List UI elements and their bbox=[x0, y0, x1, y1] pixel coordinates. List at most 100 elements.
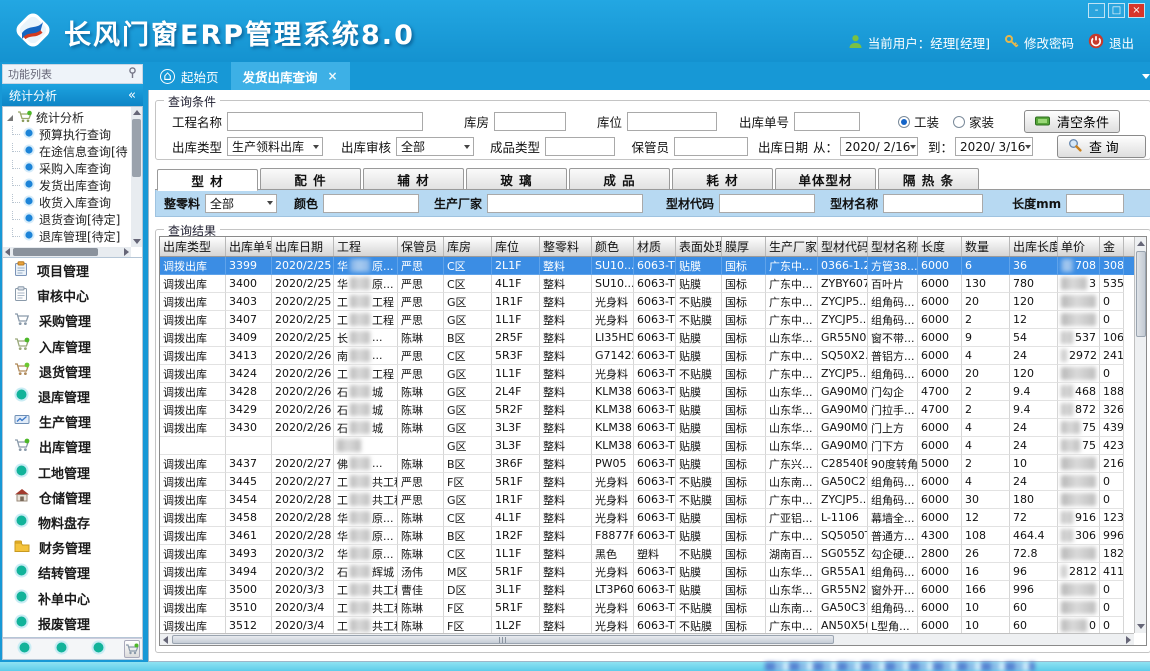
tree-item[interactable]: 发货出库查询 bbox=[3, 177, 142, 194]
menu-item[interactable]: 补单中心 bbox=[3, 585, 142, 610]
grid-vertical-scrollbar[interactable] bbox=[1134, 237, 1146, 633]
column-header[interactable]: 型材代码 bbox=[818, 237, 868, 256]
column-header[interactable]: 长度 bbox=[918, 237, 962, 256]
grid-vscroll-thumb[interactable] bbox=[1136, 251, 1146, 337]
tree-vertical-scrollbar[interactable] bbox=[131, 107, 142, 247]
location-input[interactable] bbox=[627, 112, 717, 131]
sidebar-section-header[interactable]: 统计分析 « bbox=[2, 84, 143, 106]
column-header[interactable]: 库房 bbox=[444, 237, 492, 256]
column-header[interactable]: 出库长度 bbox=[1010, 237, 1058, 256]
table-row[interactable]: 调拨出库34282020/2/26石城陈琳G区2L4F整料KLM38176063… bbox=[160, 383, 1146, 401]
column-header[interactable]: 表面处理 bbox=[676, 237, 722, 256]
table-row[interactable]: 调拨出库35002020/3/3工共工程曹佳D区3L1F整料LT3P606063… bbox=[160, 581, 1146, 599]
pin-icon[interactable] bbox=[128, 67, 137, 82]
menu-item[interactable]: 工地管理 bbox=[3, 460, 142, 485]
material-tab[interactable]: 玻 璃 bbox=[466, 168, 567, 189]
keeper-input[interactable] bbox=[674, 137, 748, 156]
table-row[interactable]: 调拨出库34002020/2/25华原...严思C区4L1F整料SU10...6… bbox=[160, 275, 1146, 293]
collapse-icon[interactable]: « bbox=[128, 88, 136, 103]
column-header[interactable]: 材质 bbox=[634, 237, 676, 256]
table-row[interactable]: 调拨出库34542020/2/28工共工程严思G区1R1F整料光身料6063-T… bbox=[160, 491, 1146, 509]
table-row[interactable]: 调拨出库34372020/2/27佛...陈琳B区3R6F整料PW056063-… bbox=[160, 455, 1146, 473]
table-row[interactable]: 调拨出库35102020/3/4工共工程陈琳F区5R1F整料光身料6063-T5… bbox=[160, 599, 1146, 617]
logout-button[interactable]: 退出 bbox=[1088, 33, 1134, 52]
column-header[interactable]: 型材名称 bbox=[868, 237, 918, 256]
whole-part-select[interactable]: 全部 bbox=[205, 194, 277, 213]
table-row[interactable]: 调拨出库34942020/3/2石辉城汤伟M区5R1F整料光身料6063-T5贴… bbox=[160, 563, 1146, 581]
tree-expander-icon[interactable] bbox=[7, 115, 13, 121]
menu-item[interactable]: 财务管理 bbox=[3, 535, 142, 560]
bottom-cart-button[interactable] bbox=[124, 640, 140, 658]
tab-home[interactable]: ⌂ 起始页 bbox=[148, 62, 231, 90]
menu-item[interactable]: 退货管理 bbox=[3, 359, 142, 384]
menu-item[interactable]: 结转管理 bbox=[3, 560, 142, 585]
column-header[interactable]: 金 bbox=[1100, 237, 1124, 256]
table-row[interactable]: 调拨出库33992020/2/25华原...严思C区2L1F整料SU10...6… bbox=[160, 257, 1146, 275]
tree-item[interactable]: 采购入库查询 bbox=[3, 160, 142, 177]
scroll-down-icon[interactable] bbox=[133, 239, 141, 244]
length-input[interactable] bbox=[1066, 194, 1124, 213]
tree-item[interactable]: 收货入库查询 bbox=[3, 194, 142, 211]
scroll-right-icon[interactable] bbox=[1126, 636, 1131, 644]
product-type-input[interactable] bbox=[545, 137, 615, 156]
tree-item[interactable]: 预算执行查询 bbox=[3, 126, 142, 143]
clear-conditions-button[interactable]: 清空条件 bbox=[1024, 110, 1120, 133]
warehouse-input[interactable] bbox=[494, 112, 566, 131]
scroll-up-icon[interactable] bbox=[133, 110, 141, 115]
date-from-select[interactable]: 2020/ 2/16 bbox=[840, 137, 918, 156]
dot-icon[interactable] bbox=[54, 640, 69, 659]
menu-item[interactable]: 入库管理 bbox=[3, 334, 142, 359]
column-header[interactable]: 数量 bbox=[962, 237, 1010, 256]
tabbar-dropdown-icon[interactable] bbox=[1142, 74, 1150, 79]
tree-item[interactable]: 在途信息查询[待 bbox=[3, 143, 142, 160]
column-header[interactable]: 工程 bbox=[334, 237, 398, 256]
menu-item[interactable]: 生产管理 bbox=[3, 409, 142, 434]
table-row[interactable]: 调拨出库34452020/2/27工共工程严思F区5R1F整料光身料6063-T… bbox=[160, 473, 1146, 491]
column-header[interactable]: 出库单号 bbox=[226, 237, 272, 256]
menu-item[interactable]: 出库管理 bbox=[3, 434, 142, 459]
table-row[interactable]: 调拨出库34932020/3/2华原...陈琳C区1L1F整料黑色塑料不贴膜国标… bbox=[160, 545, 1146, 563]
tree-item[interactable]: 退货查询[待定] bbox=[3, 211, 142, 228]
material-tab[interactable]: 型 材 bbox=[157, 169, 258, 191]
table-row[interactable]: 调拨出库34092020/2/25长...陈琳B区2R5F整料LI35HD606… bbox=[160, 329, 1146, 347]
menu-item[interactable]: 报废管理 bbox=[3, 611, 142, 636]
project-name-input[interactable] bbox=[227, 112, 423, 131]
tree-root-statistics[interactable]: 统计分析 bbox=[3, 107, 142, 126]
menu-item[interactable]: 退库管理 bbox=[3, 384, 142, 409]
grid-horizontal-scrollbar[interactable] bbox=[160, 633, 1134, 645]
search-button[interactable]: 查 询 bbox=[1057, 135, 1146, 158]
dot-icon[interactable] bbox=[91, 640, 106, 659]
radio-gongzhuang[interactable] bbox=[898, 116, 910, 128]
table-row[interactable]: 调拨出库34582020/2/28华原...陈琳C区4L1F整料光身料6063-… bbox=[160, 509, 1146, 527]
factory-input[interactable] bbox=[487, 194, 643, 213]
grid-hscroll-thumb[interactable] bbox=[172, 635, 834, 644]
dot-icon[interactable] bbox=[17, 640, 32, 659]
scroll-down-icon[interactable] bbox=[1137, 624, 1145, 629]
tab-shipping-outbound-query[interactable]: 发货出库查询 × bbox=[231, 62, 350, 90]
scroll-left-icon[interactable] bbox=[5, 248, 10, 256]
menu-item[interactable]: 仓储管理 bbox=[3, 485, 142, 510]
column-header[interactable]: 单价 bbox=[1058, 237, 1100, 256]
scroll-right-icon[interactable] bbox=[124, 248, 129, 256]
menu-item[interactable]: 采购管理 bbox=[3, 308, 142, 333]
profile-name-input[interactable] bbox=[883, 194, 983, 213]
material-tab[interactable]: 耗 材 bbox=[672, 168, 773, 189]
close-button[interactable]: × bbox=[1128, 3, 1145, 18]
order-no-input[interactable] bbox=[794, 112, 860, 131]
column-header[interactable]: 保管员 bbox=[398, 237, 444, 256]
material-tab[interactable]: 配 件 bbox=[260, 168, 361, 189]
material-tab[interactable]: 隔 热 条 bbox=[878, 168, 979, 189]
tree-hscroll-thumb[interactable] bbox=[13, 248, 98, 256]
column-header[interactable]: 颜色 bbox=[592, 237, 634, 256]
material-tab[interactable]: 成 品 bbox=[569, 168, 670, 189]
tree-scroll-thumb[interactable] bbox=[132, 119, 141, 177]
column-header[interactable]: 膜厚 bbox=[722, 237, 766, 256]
audit-select[interactable]: 全部 bbox=[396, 137, 474, 156]
table-row[interactable]: G区3L3F整料KLM38176063-T5贴膜国标山东华...GA90M09.… bbox=[160, 437, 1146, 455]
table-row[interactable]: 调拨出库34302020/2/26石城陈琳G区3L3F整料KLM38176063… bbox=[160, 419, 1146, 437]
column-header[interactable]: 出库日期 bbox=[272, 237, 334, 256]
column-header[interactable]: 库位 bbox=[492, 237, 540, 256]
column-header[interactable]: 整零料 bbox=[540, 237, 592, 256]
column-header[interactable]: 出库类型 bbox=[160, 237, 226, 256]
minimize-button[interactable]: - bbox=[1088, 3, 1105, 18]
